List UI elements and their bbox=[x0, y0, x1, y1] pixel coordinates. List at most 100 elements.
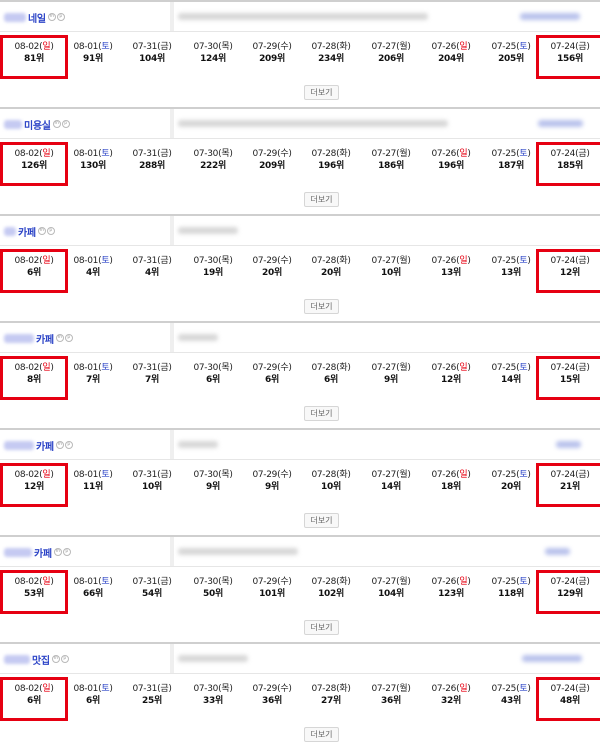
rank-date: 07-26(일) bbox=[431, 577, 471, 587]
rank-value: 20위 bbox=[262, 268, 282, 278]
day-of-week: 금 bbox=[160, 577, 169, 587]
day-of-week: 토 bbox=[519, 684, 528, 694]
rank-cell: 07-30(목) 9위 bbox=[182, 466, 244, 504]
day-of-week: 토 bbox=[101, 42, 110, 52]
day-of-week: 화 bbox=[339, 363, 348, 373]
redacted-link[interactable] bbox=[520, 13, 580, 20]
keyword-name[interactable]: 미용실 m p bbox=[4, 117, 70, 132]
day-of-week: 월 bbox=[399, 256, 408, 266]
rank-cell: 07-30(목) 50위 bbox=[182, 573, 244, 611]
keyword-name[interactable]: 네일 m p bbox=[4, 10, 65, 25]
rank-cell: 07-26(일) 32위 bbox=[420, 680, 482, 718]
day-of-week: 토 bbox=[101, 149, 110, 159]
keyword-category-label[interactable]: 네일 bbox=[28, 10, 46, 25]
rank-cell: 07-25(토) 43위 bbox=[480, 680, 542, 718]
rank-date: 07-28(화) bbox=[311, 684, 351, 694]
day-of-week: 월 bbox=[399, 363, 408, 373]
rank-date: 08-01(토) bbox=[73, 42, 113, 52]
date-md: 07-26 bbox=[431, 42, 457, 52]
day-of-week: 일 bbox=[42, 42, 51, 52]
rank-cell: 07-27(월) 10위 bbox=[360, 252, 422, 290]
day-of-week: 화 bbox=[339, 149, 348, 159]
keyword-category-label[interactable]: 카페 bbox=[36, 331, 54, 346]
more-button[interactable]: 더보기 bbox=[304, 513, 339, 528]
rank-value: 104위 bbox=[139, 54, 165, 64]
rank-date: 07-31(금) bbox=[132, 363, 172, 373]
keyword-name[interactable]: 카페 m p bbox=[4, 224, 55, 239]
date-md: 07-27 bbox=[371, 363, 397, 373]
more-button[interactable]: 더보기 bbox=[304, 192, 339, 207]
rank-value: 14위 bbox=[381, 482, 401, 492]
rank-cell: 08-02(일) 6위 bbox=[0, 249, 68, 293]
keyword-category-label[interactable]: 맛집 bbox=[32, 652, 50, 667]
date-md: 07-31 bbox=[132, 577, 158, 587]
day-of-week: 일 bbox=[459, 577, 468, 587]
rank-value: 101위 bbox=[259, 589, 285, 599]
rank-value: 187위 bbox=[498, 161, 524, 171]
more-button[interactable]: 더보기 bbox=[304, 727, 339, 742]
rank-value: 104위 bbox=[378, 589, 404, 599]
rank-cell: 07-29(수) 209위 bbox=[241, 145, 303, 183]
keyword-category-label[interactable]: 카페 bbox=[34, 545, 52, 560]
keyword-name[interactable]: 맛집 m p bbox=[4, 652, 69, 667]
more-button[interactable]: 더보기 bbox=[304, 85, 339, 100]
keyword-category-label[interactable]: 미용실 bbox=[24, 117, 51, 132]
date-md: 07-31 bbox=[132, 470, 158, 480]
redacted-link[interactable] bbox=[556, 441, 581, 448]
rank-date: 08-02(일) bbox=[14, 577, 54, 587]
rank-cell: 07-31(금) 10위 bbox=[121, 466, 183, 504]
rank-value: 222위 bbox=[200, 161, 226, 171]
date-md: 07-30 bbox=[193, 256, 219, 266]
date-md: 07-31 bbox=[132, 42, 158, 52]
date-md: 07-27 bbox=[371, 149, 397, 159]
redacted-url bbox=[178, 120, 448, 127]
redacted-link[interactable] bbox=[538, 120, 583, 127]
rank-date: 07-26(일) bbox=[431, 149, 471, 159]
day-of-week: 목 bbox=[221, 256, 230, 266]
keyword-category-label[interactable]: 카페 bbox=[36, 438, 54, 453]
day-of-week: 금 bbox=[578, 256, 587, 266]
day-of-week: 토 bbox=[101, 470, 110, 480]
keyword-name[interactable]: 카페 m p bbox=[4, 331, 73, 346]
rank-date: 07-29(수) bbox=[252, 149, 292, 159]
rank-cell: 07-29(수) 36위 bbox=[241, 680, 303, 718]
rank-cell: 08-01(토) 66위 bbox=[62, 573, 124, 611]
more-button[interactable]: 더보기 bbox=[304, 406, 339, 421]
keyword-card: 네일 m p 08-02(일) 81위 08-01(토) 91위 07-31(금) 104위 07… bbox=[0, 0, 600, 107]
day-of-week: 수 bbox=[280, 149, 289, 159]
rank-cell: 07-24(금) 185위 bbox=[536, 142, 600, 186]
rank-value: 53위 bbox=[24, 589, 44, 599]
keyword-category-label[interactable]: 카페 bbox=[18, 224, 36, 239]
more-button[interactable]: 더보기 bbox=[304, 620, 339, 635]
day-of-week: 일 bbox=[459, 256, 468, 266]
redacted-link[interactable] bbox=[522, 655, 582, 662]
redacted-shop-name bbox=[4, 119, 22, 129]
more-button[interactable]: 더보기 bbox=[304, 299, 339, 314]
rank-cell: 07-25(토) 13위 bbox=[480, 252, 542, 290]
rank-cell: 08-02(일) 81위 bbox=[0, 35, 68, 79]
rank-value: 91위 bbox=[83, 54, 103, 64]
rank-value: 8위 bbox=[27, 375, 41, 385]
keyword-card: 미용실 m p 08-02(일) 126위 08-01(토) 130위 07-31(금) 288… bbox=[0, 107, 600, 214]
date-md: 07-31 bbox=[132, 363, 158, 373]
redacted-link[interactable] bbox=[545, 548, 570, 555]
day-of-week: 일 bbox=[42, 684, 51, 694]
date-md: 07-29 bbox=[252, 363, 278, 373]
rank-value: 13위 bbox=[501, 268, 521, 278]
redacted-shop-name bbox=[4, 547, 32, 557]
rank-value: 118위 bbox=[498, 589, 524, 599]
rank-cell: 07-29(수) 209위 bbox=[241, 38, 303, 76]
rank-date: 07-27(월) bbox=[371, 470, 411, 480]
rank-date: 08-02(일) bbox=[14, 42, 54, 52]
day-of-week: 토 bbox=[519, 470, 528, 480]
day-of-week: 수 bbox=[280, 363, 289, 373]
day-of-week: 토 bbox=[519, 577, 528, 587]
keyword-name[interactable]: 카페 m p bbox=[4, 438, 73, 453]
rank-date: 07-26(일) bbox=[431, 470, 471, 480]
keyword-name[interactable]: 카페 m p bbox=[4, 545, 71, 560]
rank-value: 185위 bbox=[557, 161, 583, 171]
rank-cell: 07-29(수) 9위 bbox=[241, 466, 303, 504]
date-md: 08-01 bbox=[73, 149, 99, 159]
day-of-week: 월 bbox=[399, 684, 408, 694]
rank-cell: 07-29(수) 20위 bbox=[241, 252, 303, 290]
